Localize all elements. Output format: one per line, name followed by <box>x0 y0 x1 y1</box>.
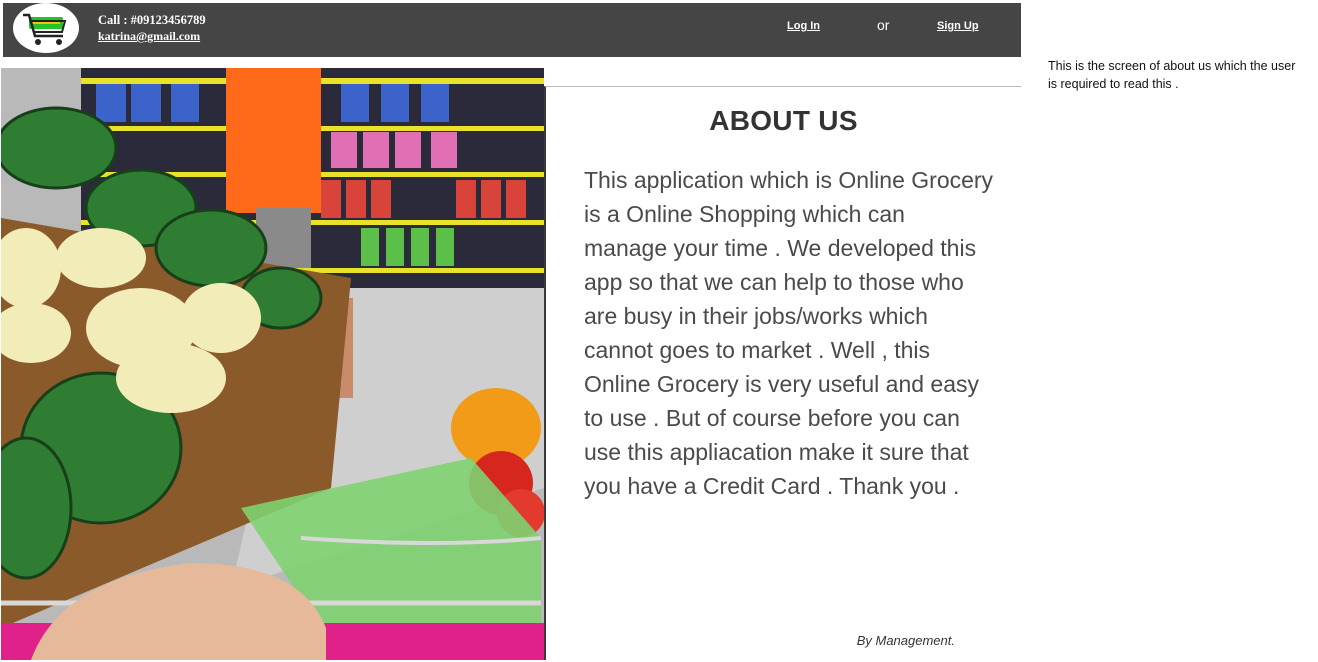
email-link[interactable]: katrina@gmail.com <box>98 28 206 44</box>
phone-number: Call : #09123456789 <box>98 13 206 27</box>
about-description: This application which is Online Grocery… <box>584 167 994 499</box>
signup-link[interactable]: Sign Up <box>937 20 979 32</box>
top-header: Call : #09123456789 katrina@gmail.com Lo… <box>3 3 1021 57</box>
login-link[interactable]: Log In <box>787 20 820 32</box>
about-us-card: ABOUT US This application which is Onlin… <box>544 86 1021 660</box>
about-signature: By Management. <box>856 633 955 648</box>
grocery-photo <box>1 68 544 660</box>
app-window: Call : #09123456789 katrina@gmail.com Lo… <box>0 0 1022 662</box>
or-separator: or <box>877 17 890 33</box>
about-title: ABOUT US <box>709 105 858 136</box>
contact-info: Call : #09123456789 katrina@gmail.com <box>98 13 206 44</box>
screen-annotation: This is the screen of about us which the… <box>1048 59 1296 91</box>
store-logo[interactable] <box>13 3 79 53</box>
shopping-cart-icon <box>23 13 67 45</box>
